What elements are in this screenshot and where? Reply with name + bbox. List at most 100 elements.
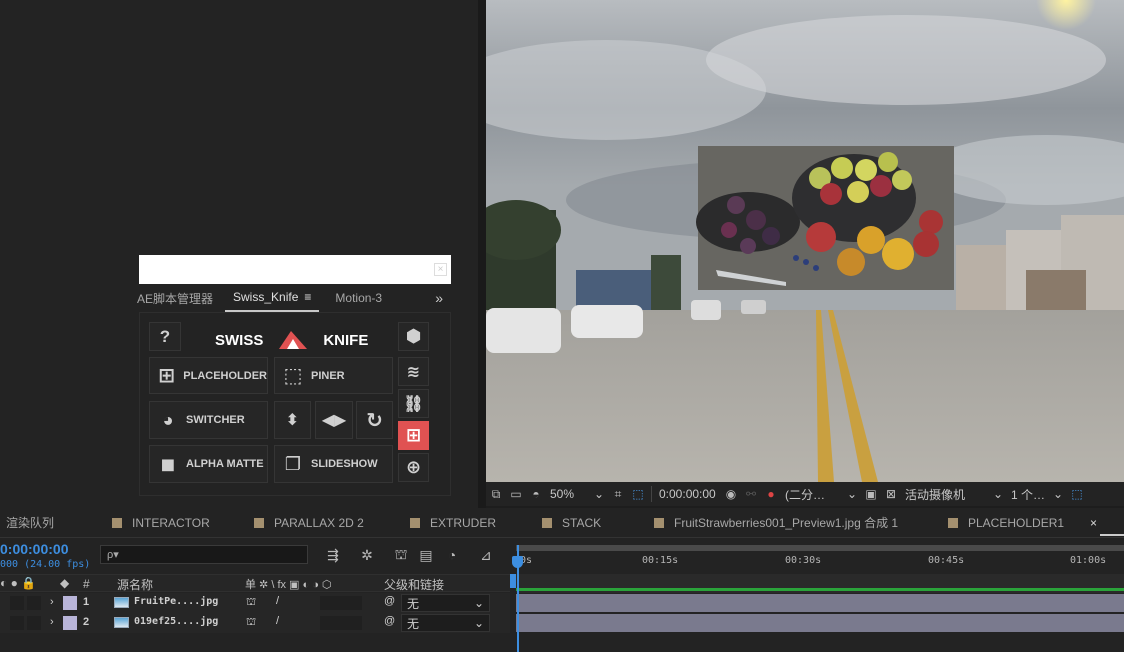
image-file-icon [114,617,129,628]
region-of-interest-icon[interactable]: ⬚ [628,484,648,504]
layer-name[interactable]: FruitPe....jpg [134,596,218,607]
pick-whip-icon[interactable]: @ [384,595,395,607]
lifebuoy-button[interactable]: ⊕ [398,453,429,482]
tab-render-queue[interactable]: 渲染队列 [6,514,54,531]
comp-flowchart-icon[interactable]: ⇶ [324,546,342,564]
comp-color-swatch [654,517,664,528]
shy-switch-icon[interactable]: ⛫ [246,596,256,610]
comp-color-swatch [948,517,958,528]
ruler-label: 00:45s [928,555,965,566]
grid-icon[interactable]: ⌗ [608,484,628,504]
pick-whip-icon[interactable]: @ [384,615,395,627]
playhead-handle[interactable] [512,556,523,568]
chevron-right-icon[interactable]: › [50,596,54,608]
tab-label: STACK [562,515,602,530]
panel-divider[interactable] [478,0,486,508]
zoom-value: 50% [550,487,575,501]
zoom-select[interactable]: 50% ⌄ [546,485,608,503]
frame-blending-icon[interactable]: ▤ [417,546,435,564]
lock-toggle[interactable] [27,616,41,630]
layer-duration-bar[interactable] [516,614,1124,632]
views-value: 1 个… [1011,487,1046,502]
layer-row[interactable]: › 1 FruitPe....jpg ⛫ / @ 无 ⌄ [0,593,510,613]
resolution-select[interactable]: (二分… ⌄ [781,485,861,503]
visibility-toggle[interactable] [10,616,24,630]
transparency-grid-icon[interactable]: ⊠ [881,484,901,504]
alpha-matte-button[interactable]: ◼ ALPHA MATTE [149,445,268,483]
motion-blur-icon[interactable]: ◔ [443,546,461,564]
hexagon-button[interactable]: ⬢ [398,322,429,351]
chain-button[interactable]: ⛓ [398,389,429,418]
tab-close-icon[interactable]: × [1090,516,1097,530]
layer-row[interactable]: › 2 019ef25....jpg ⛫ / @ 无 ⌄ [0,613,510,633]
layer-duration-bar[interactable] [516,594,1124,612]
work-area-bar[interactable] [516,545,1124,551]
panel-resize-handle[interactable] [510,574,516,588]
camera-snapshot-icon[interactable]: ◉ [721,484,741,504]
fast-preview-icon[interactable]: ▣ [861,484,881,504]
tab-label: EXTRUDER [430,515,497,530]
graph-editor-icon[interactable]: ⊿ [477,546,495,564]
switcher-button[interactable]: ◕ SWITCHER [149,401,268,439]
tab-motion3[interactable]: Motion-3 [327,291,390,305]
rotate-button[interactable]: ↻ [356,401,393,439]
av-features-icon[interactable]: ◐ ● 🔒 [0,576,36,590]
panel-menu-icon[interactable]: ≡ [304,290,311,304]
swiss-knife-panel: ? SWISS KNIFE ⬢ ⊞ PLACEHOLDER ⬚ PINER ≋ … [139,312,451,496]
separator [651,486,652,502]
camera-select[interactable]: 活动摄像机 ⌄ [901,485,1007,503]
align-vertical-button[interactable]: ⬍ [274,401,311,439]
tab-placeholder1[interactable]: PLACEHOLDER1 [948,516,1064,530]
rotate-icon: ↻ [366,409,383,432]
column-source-name[interactable]: 源名称 [117,576,153,593]
visibility-toggle[interactable] [10,596,24,610]
views-select[interactable]: 1 个… ⌄ [1007,485,1067,503]
monitor-icon[interactable]: ▭ [506,484,526,504]
switch-cells [320,616,362,630]
shy-switch-icon[interactable]: ⛫ [246,616,256,630]
flip-horizontal-button[interactable]: ◀▶ [315,401,353,439]
placeholder-button[interactable]: ⊞ PLACEHOLDER [149,357,268,394]
layer-label-swatch[interactable] [63,616,77,630]
tab-interactor[interactable]: INTERACTOR [112,516,210,530]
layer-name[interactable]: 019ef25....jpg [134,616,218,627]
tab-fruit-comp[interactable]: FruitStrawberries001_Preview1.jpg 合成 1 [654,514,898,531]
more-tabs-icon[interactable]: » [427,290,451,306]
viewer-timecode[interactable]: 0:00:00:00 [655,485,721,503]
tab-extruder[interactable]: EXTRUDER [410,516,496,530]
quality-switch-icon[interactable]: / [276,615,279,627]
shy-layers-icon[interactable]: ⛫ [392,546,410,564]
panel-title-bar[interactable]: × [139,255,451,284]
tab-parallax[interactable]: PARALLAX 2D 2 [254,516,364,530]
piner-button[interactable]: ⬚ PINER [274,357,393,394]
time-ruler[interactable]: 0s 00:15s 00:30s 00:45s 01:00s [510,545,1124,573]
film-add-button[interactable]: ⊞ [398,421,429,450]
parent-select[interactable]: 无 ⌄ [401,594,490,612]
always-preview-icon[interactable]: ⧉ [486,484,506,504]
layers-button[interactable]: ≋ [398,357,429,386]
tab-script-manager[interactable]: AE脚本管理器 [137,290,221,307]
help-button[interactable]: ? [149,322,181,351]
slideshow-button[interactable]: ❐ SLIDESHOW [274,445,393,483]
draft-3d-icon[interactable]: ✲ [358,546,376,564]
close-icon[interactable]: × [434,263,447,276]
show-snapshot-icon[interactable]: ⚯ [741,484,761,504]
frame-rate: 000 (24.00 fps) [0,559,91,570]
layer-label-swatch[interactable] [63,596,77,610]
color-channels-icon[interactable]: ● [761,484,781,504]
layer-search-input[interactable]: ρ▾ [100,545,308,564]
alpha-matte-label: ALPHA MATTE [186,458,264,470]
label-tag-icon[interactable]: ◆ [60,576,69,590]
current-timecode[interactable]: 0:00:00:00 [0,541,69,557]
tab-stack[interactable]: STACK [542,516,601,530]
lock-toggle[interactable] [27,596,41,610]
quality-switch-icon[interactable]: / [276,595,279,607]
lifebuoy-icon: ⊕ [405,457,422,477]
parent-select[interactable]: 无 ⌄ [401,614,490,632]
chevron-down-icon: ⌄ [593,487,604,501]
reset-exposure-icon[interactable]: ⬚ [1067,484,1087,504]
chevron-right-icon[interactable]: › [50,616,54,628]
tab-swiss-knife[interactable]: Swiss_Knife ≡ [225,284,320,312]
mask-icon[interactable]: ◓ [526,484,546,504]
composition-viewer[interactable] [486,0,1124,482]
